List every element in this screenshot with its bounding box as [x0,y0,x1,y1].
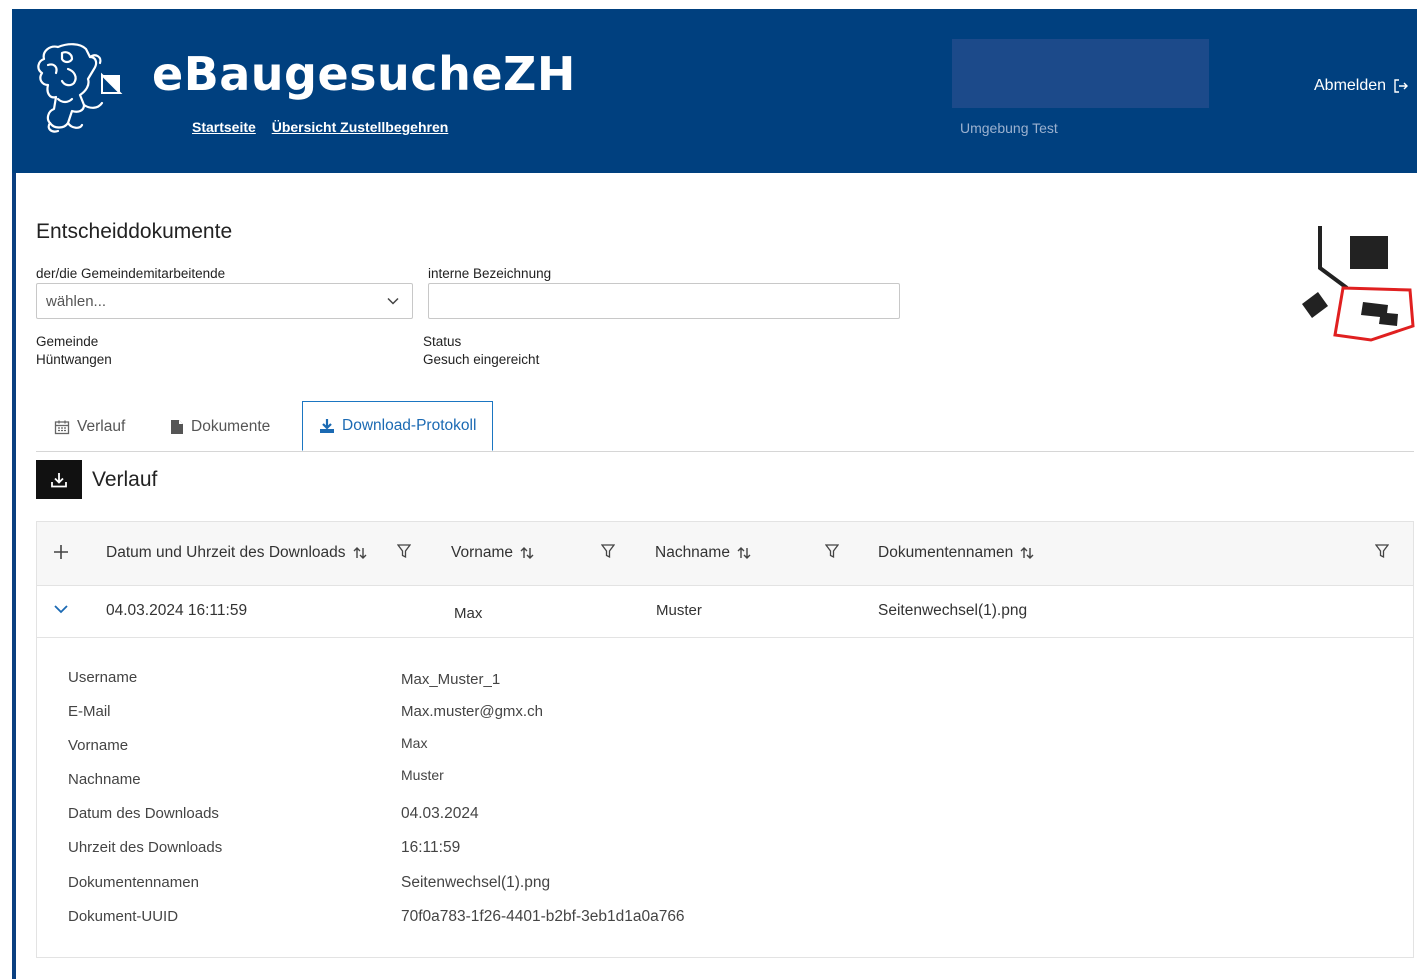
section-header: Verlauf [36,460,157,499]
tab-dokumente[interactable]: Dokumente [170,401,270,452]
app-title[interactable]: eBaugesucheZH [152,47,576,101]
logout-button[interactable]: Abmelden [1314,77,1409,95]
cell-firstname: Max [454,605,483,622]
nav-link-startseite[interactable]: Startseite [192,119,256,135]
page-title: Entscheiddokumente [36,220,233,243]
tab-bar: Verlauf Dokumente Download-Protokoll [36,401,1414,452]
sort-icon[interactable] [352,546,368,560]
chevron-down-icon[interactable] [53,603,69,615]
column-header-firstname-label: Vorname [451,544,514,561]
employee-select-value: wählen... [46,293,107,310]
internal-label: interne Bezeichnung [428,266,552,281]
column-header-lastname-label: Nachname [655,544,730,561]
column-header-datetime-label: Datum und Uhrzeit des Downloads [106,544,346,561]
table-header: Datum und Uhrzeit des Downloads Vorname … [37,522,1413,586]
detail-label-document-uuid: Dokument-UUID [68,908,179,925]
detail-label-username: Username [68,669,138,686]
internal-designation-input[interactable] [428,283,900,319]
detail-label-download-time: Uhrzeit des Downloads [68,839,223,856]
column-header-firstname[interactable]: Vorname [451,544,535,562]
tab-verlauf-label: Verlauf [77,417,126,435]
logout-label: Abmelden [1314,77,1387,94]
detail-value-username: Max_Muster_1 [401,671,501,688]
download-icon [320,419,334,433]
status-label: Status [423,334,462,349]
sort-icon[interactable] [1019,546,1035,560]
filter-icon[interactable] [601,544,615,559]
detail-label-lastname: Nachname [68,771,141,788]
zurich-lion-logo-icon[interactable] [28,39,128,135]
employee-label: der/die Gemeindemitarbeitende [36,266,226,281]
sort-icon[interactable] [519,546,535,560]
sort-icon[interactable] [736,546,752,560]
detail-value-download-date: 04.03.2024 [401,805,479,822]
download-icon [51,472,67,487]
section-title: Verlauf [92,467,158,491]
detail-value-email: Max.muster@gmx.ch [401,703,543,720]
app-header: eBaugesucheZH Startseite Übersicht Zuste… [12,9,1417,173]
detail-value-firstname: Max [401,735,428,751]
window-frame-left [0,9,12,979]
employee-select[interactable]: wählen... [36,283,413,319]
plus-icon[interactable] [53,544,69,560]
detail-value-download-time: 16:11:59 [401,839,461,856]
window-frame-top [0,0,1417,9]
calendar-icon [54,420,70,434]
municipality-info: Gemeinde Hüntwangen [36,333,112,369]
nav-link-zustellbegehren[interactable]: Übersicht Zustellbegehren [272,119,449,135]
tab-download-protokoll[interactable]: Download-Protokoll [302,401,494,451]
detail-value-document-name: Seitenwechsel(1).png [401,874,551,891]
chevron-down-icon [387,297,399,305]
export-button[interactable] [36,460,82,499]
filter-icon[interactable] [397,544,411,559]
cell-lastname: Muster [656,602,702,619]
logout-icon [1394,79,1409,93]
main-nav: Startseite Übersicht Zustellbegehren [192,119,460,135]
detail-label-email: E-Mail [68,703,111,720]
parcel-map-icon [1302,226,1415,342]
environment-label: Umgebung Test [960,120,1058,136]
filter-icon[interactable] [1375,544,1389,559]
filter-icon[interactable] [825,544,839,559]
tab-dokumente-label: Dokumente [191,417,271,435]
tab-download-protokoll-label: Download-Protokoll [342,417,477,434]
column-header-document[interactable]: Dokumentennamen [878,544,1035,562]
municipality-value: Hüntwangen [36,352,112,367]
column-header-lastname[interactable]: Nachname [655,544,752,562]
detail-value-lastname: Muster [401,767,444,783]
detail-value-document-uuid: 70f0a783-1f26-4401-b2bf-3eb1d1a0a766 [401,908,685,925]
detail-label-download-date: Datum des Downloads [68,805,219,822]
detail-label-firstname: Vorname [68,737,129,754]
cell-datetime: 04.03.2024 16:11:59 [106,602,248,619]
detail-label-document-name: Dokumentennamen [68,874,199,891]
environment-banner [952,39,1209,108]
column-header-document-label: Dokumentennamen [878,544,1014,561]
tab-verlauf[interactable]: Verlauf [54,401,125,452]
status-value: Gesuch eingereicht [423,352,540,367]
status-info: Status Gesuch eingereicht [423,333,539,369]
document-icon [171,419,183,434]
table-row[interactable]: 04.03.2024 16:11:59 Max Muster Seitenwec… [37,586,1413,638]
municipality-label: Gemeinde [36,334,99,349]
column-header-datetime[interactable]: Datum und Uhrzeit des Downloads [106,544,368,562]
cell-document: Seitenwechsel(1).png [878,602,1028,619]
download-log-table: Datum und Uhrzeit des Downloads Vorname … [36,521,1414,958]
